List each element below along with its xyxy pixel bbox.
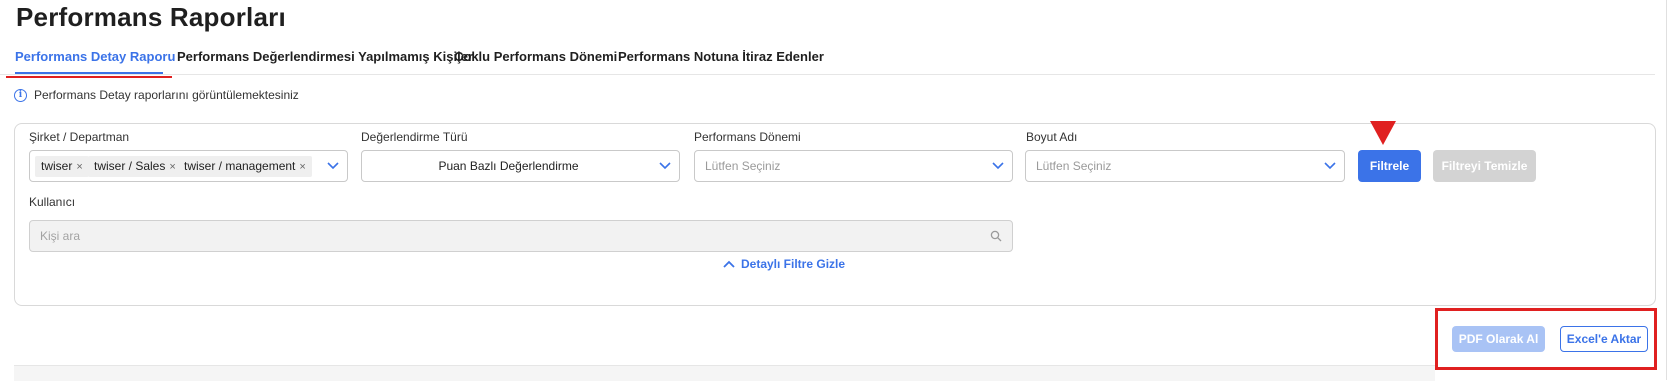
page-title: Performans Raporları — [16, 2, 286, 32]
filter-panel: Şirket / Departman twiser × twiser / Sale… — [14, 123, 1656, 306]
user-search-placeholder: Kişi ara — [40, 229, 81, 243]
chevron-down-icon[interactable] — [1324, 162, 1336, 170]
report-table-top — [14, 365, 1435, 381]
performance-period-label: Performans Dönemi — [694, 130, 801, 144]
dimension-name-select[interactable]: Lütfen Seçiniz — [1025, 150, 1345, 182]
company-department-label: Şirket / Departman — [29, 130, 130, 144]
chevron-down-icon[interactable] — [992, 162, 1004, 170]
chip-twiser-management: twiser / management × — [178, 156, 312, 177]
chip-label: twiser / management — [184, 159, 296, 173]
performance-period-placeholder: Lütfen Seçiniz — [705, 159, 781, 173]
hide-detailed-filter-label: Detaylı Filtre Gizle — [741, 257, 846, 271]
dimension-name-placeholder: Lütfen Seçiniz — [1036, 159, 1112, 173]
annotation-highlight-box — [1435, 308, 1657, 370]
tab-unevaluated-people[interactable]: Performans Değerlendirmesi Yapılmamış Ki… — [177, 49, 473, 64]
tab-performance-detail-report[interactable]: Performans Detay Raporu — [15, 49, 175, 64]
chevron-down-icon[interactable] — [659, 162, 671, 170]
evaluation-type-value: Puan Bazlı Değerlendirme — [438, 159, 579, 173]
annotation-arrow-icon — [1370, 121, 1396, 145]
company-department-select[interactable]: twiser × twiser / Sales × twiser / managem… — [29, 150, 348, 182]
tab-multiple-performance-period[interactable]: Çoklu Performans Dönemi — [454, 49, 617, 64]
chevron-up-icon — [723, 260, 735, 268]
report-tabs: Performans Detay Raporu Performans Değer… — [0, 42, 1655, 75]
tab-grade-objections[interactable]: Performans Notuna İtiraz Edenler — [618, 49, 824, 64]
chip-remove-icon[interactable]: × — [169, 161, 175, 173]
info-text: Performans Detay raporlarını görüntüleme… — [34, 88, 299, 102]
performance-period-select[interactable]: Lütfen Seçiniz — [694, 150, 1013, 182]
chevron-down-icon[interactable] — [327, 162, 339, 170]
evaluation-type-select[interactable]: Puan Bazlı Değerlendirme — [361, 150, 680, 182]
filter-button[interactable]: Filtrele — [1358, 150, 1421, 182]
user-label: Kullanıcı — [29, 195, 76, 209]
chip-label: twiser — [41, 159, 73, 173]
search-icon — [990, 230, 1002, 242]
chip-remove-icon[interactable]: × — [299, 161, 305, 173]
info-icon: i — [14, 88, 27, 102]
chip-twiser-sales: twiser / Sales × — [88, 156, 182, 177]
chip-twiser: twiser × — [35, 156, 89, 177]
chip-label: twiser / Sales — [94, 159, 166, 173]
scrollbar-divider — [1666, 0, 1667, 380]
clear-filter-button[interactable]: Filtreyi Temizle — [1433, 150, 1536, 182]
active-tab-indicator — [15, 72, 163, 74]
info-message: i Performans Detay raporlarını görüntüle… — [14, 88, 299, 102]
annotation-underline — [6, 76, 172, 78]
dimension-name-label: Boyut Adı — [1026, 130, 1078, 144]
user-search-input[interactable]: Kişi ara — [29, 220, 1013, 252]
chip-remove-icon[interactable]: × — [76, 161, 82, 173]
evaluation-type-label: Değerlendirme Türü — [361, 130, 468, 144]
hide-detailed-filter-link[interactable]: Detaylı Filtre Gizle — [723, 257, 845, 271]
